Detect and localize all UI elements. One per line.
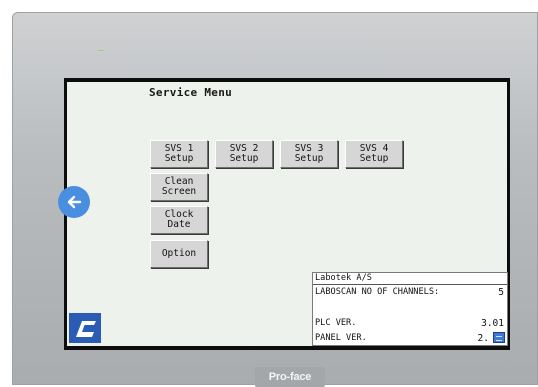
svs4-setup-button[interactable]: SVS 4 Setup — [345, 140, 403, 168]
labotek-logo-icon — [69, 313, 101, 343]
svs2-setup-button[interactable]: SVS 2 Setup — [215, 140, 273, 168]
clean-screen-button[interactable]: Clean Screen — [150, 173, 208, 201]
info-panel: Labotek A/S LABOSCAN NO OF CHANNELS: 5 P… — [312, 272, 508, 346]
option-button[interactable]: Option — [150, 240, 208, 268]
channels-value: 5 — [498, 287, 504, 298]
company-name: Labotek A/S — [315, 273, 372, 283]
screen-frame: Service Menu SVS 1 Setup SVS 2 Setup SVS… — [64, 78, 510, 350]
plc-version-label: PLC VER. — [315, 318, 357, 328]
device-bezel: Service Menu SVS 1 Setup SVS 2 Setup SVS… — [12, 12, 538, 387]
clock-date-button[interactable]: Clock Date — [150, 206, 208, 234]
arrow-left-icon — [67, 195, 82, 209]
info-divider — [313, 284, 507, 285]
svs1-setup-button[interactable]: SVS 1 Setup — [150, 140, 208, 168]
brand-label: Pro-face — [255, 367, 325, 387]
keyboard-icon[interactable] — [493, 332, 505, 343]
status-led — [98, 50, 104, 51]
hmi-display: Service Menu SVS 1 Setup SVS 2 Setup SVS… — [67, 82, 508, 346]
plc-version-value: 3.01 — [481, 318, 504, 329]
channels-label: LABOSCAN NO OF CHANNELS: — [315, 287, 440, 297]
page-title: Service Menu — [149, 86, 233, 99]
panel-version-value: 2. — [477, 333, 489, 344]
back-button[interactable] — [58, 186, 90, 218]
panel-version-label: PANEL VER. — [315, 333, 367, 343]
svs3-setup-button[interactable]: SVS 3 Setup — [280, 140, 338, 168]
